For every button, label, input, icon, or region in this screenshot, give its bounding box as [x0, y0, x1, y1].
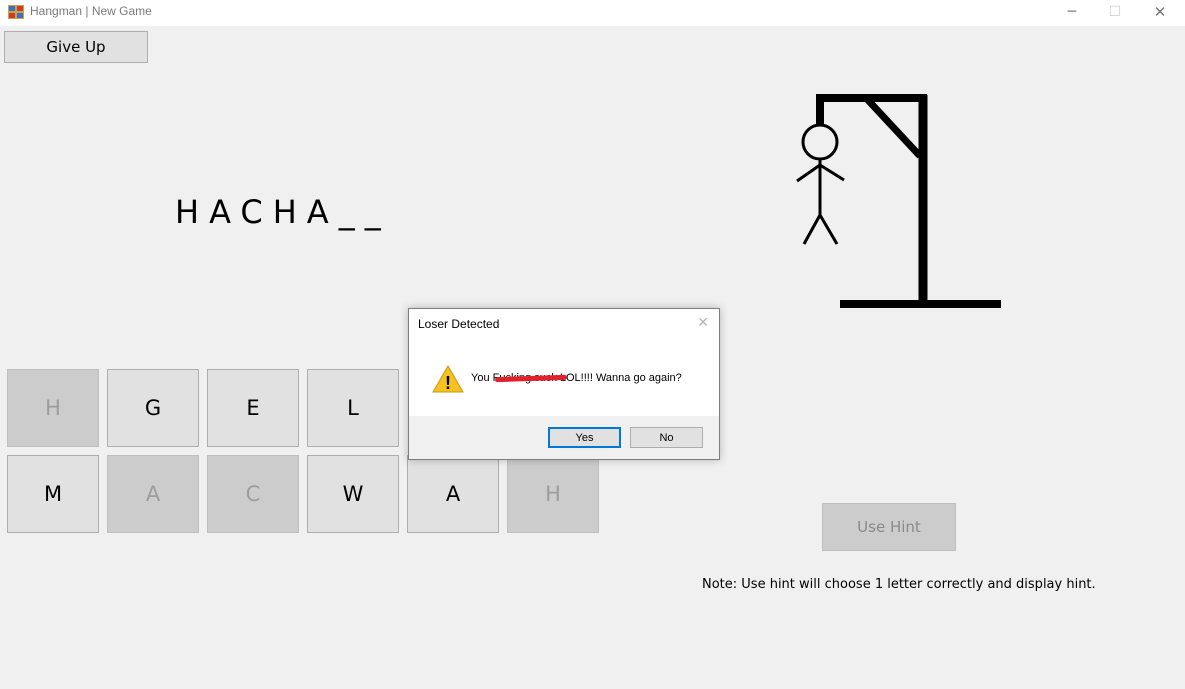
letter-button-g[interactable]: G: [107, 369, 199, 447]
letter-button-c[interactable]: C: [207, 455, 299, 533]
stickman-left-arm: [796, 163, 821, 183]
stickman-head: [801, 123, 839, 161]
stickman-left-leg: [802, 214, 822, 245]
dialog-close-icon[interactable]: ✕: [697, 314, 709, 331]
loser-dialog: Loser Detected ✕ ! You Fucking suck LOL!…: [408, 308, 720, 460]
letter-button-l[interactable]: L: [307, 369, 399, 447]
yes-button[interactable]: Yes: [548, 427, 621, 448]
no-button[interactable]: No: [630, 427, 703, 448]
letter-button-a[interactable]: A: [107, 455, 199, 533]
title-bar: Hangman | New Game ─ ☐ ✕: [0, 0, 1185, 26]
use-hint-button[interactable]: Use Hint: [822, 503, 956, 551]
dialog-title: Loser Detected: [418, 317, 500, 331]
give-up-button[interactable]: Give Up: [4, 31, 148, 63]
app-icon: [8, 5, 24, 19]
letter-button-w[interactable]: W: [307, 455, 399, 533]
word-display: HACHA__: [175, 193, 391, 231]
warning-icon: !: [432, 364, 464, 393]
minimize-button[interactable]: ─: [1049, 0, 1095, 26]
letter-button-h[interactable]: H: [7, 369, 99, 447]
svg-text:!: !: [445, 373, 451, 393]
window-title: Hangman | New Game: [30, 4, 152, 18]
letter-button-h2[interactable]: H: [507, 455, 599, 533]
letter-button-m[interactable]: M: [7, 455, 99, 533]
letter-button-a2[interactable]: A: [407, 455, 499, 533]
gallows-brace: [863, 95, 923, 159]
dialog-footer: Yes No: [409, 416, 719, 459]
dialog-message: You Fucking suck LOL!!!! Wanna go again?: [471, 372, 682, 384]
close-button[interactable]: ✕: [1137, 0, 1183, 26]
letter-button-e[interactable]: E: [207, 369, 299, 447]
hint-note: Note: Use hint will choose 1 letter corr…: [702, 577, 1096, 592]
dialog-message-suffix: LOL!!!! Wanna go again?: [556, 372, 682, 384]
maximize-button[interactable]: ☐: [1092, 0, 1138, 26]
hangman-drawing: [796, 94, 1001, 308]
stickman-right-leg: [818, 214, 839, 245]
stickman-right-arm: [819, 163, 845, 182]
